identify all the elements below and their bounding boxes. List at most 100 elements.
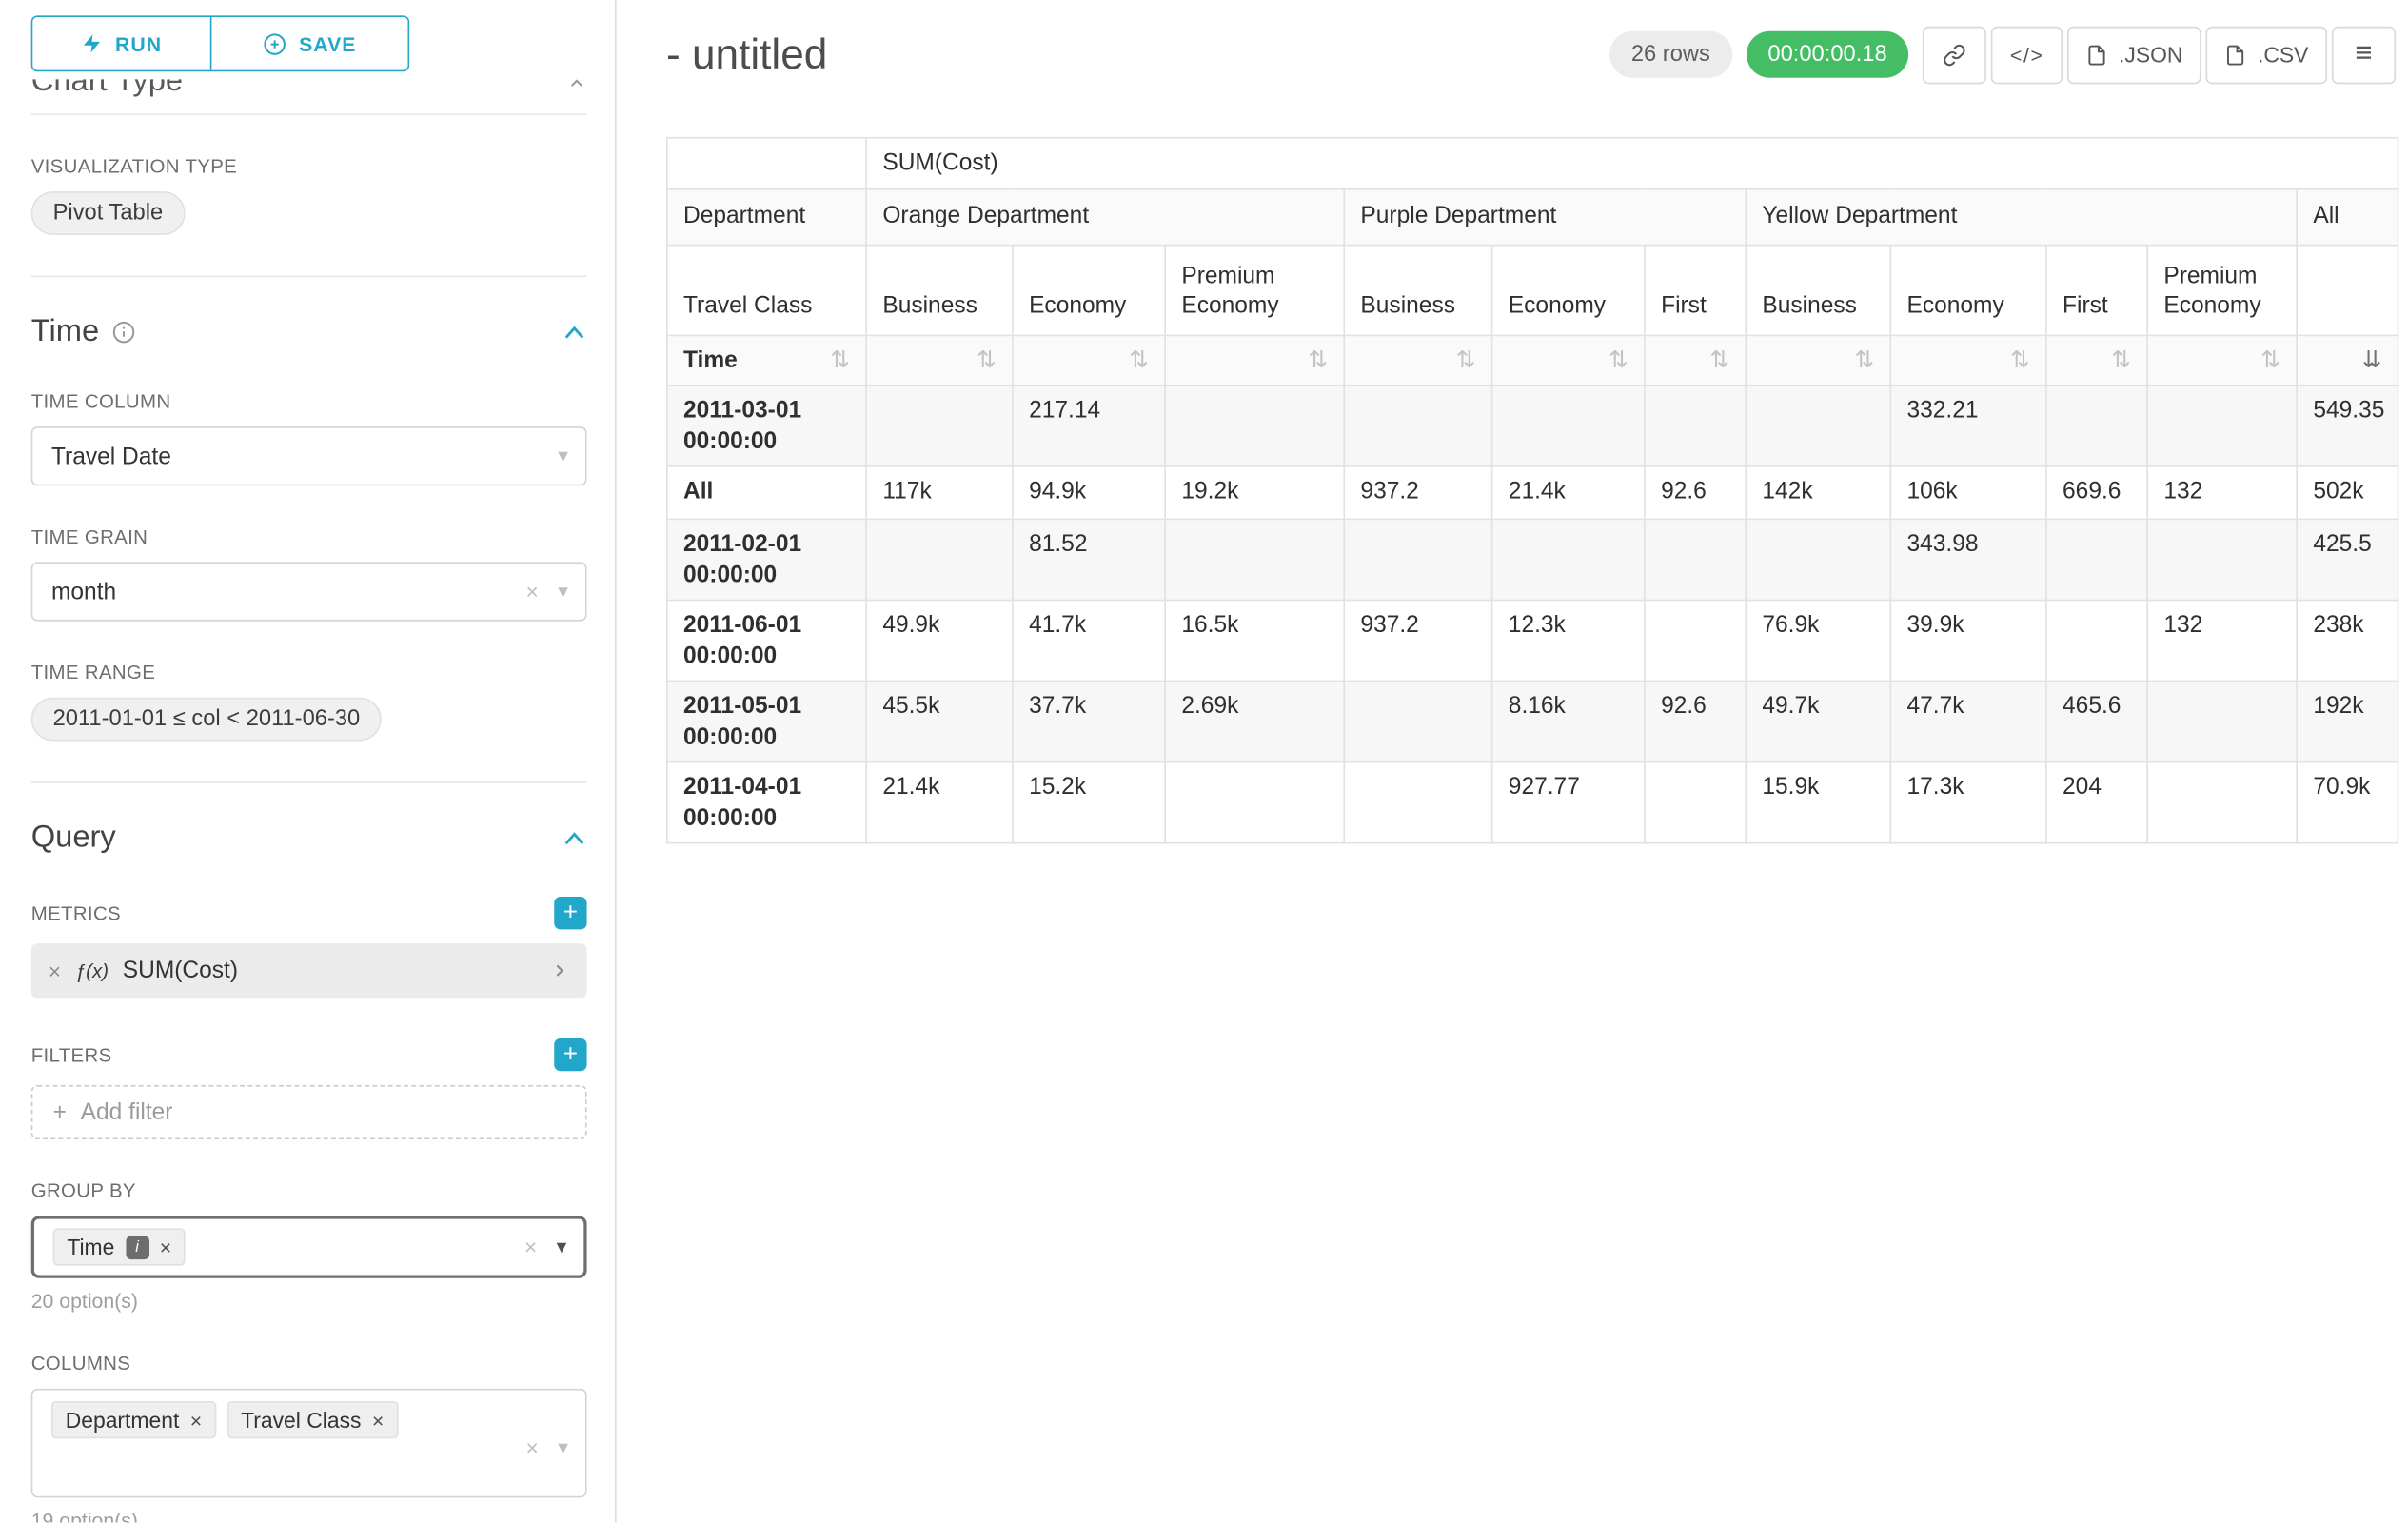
row-label-cell: 2011-03-01 00:00:00 [667, 386, 866, 466]
sort-cell-inner: ⇅ [2163, 345, 2280, 375]
caret-down-icon[interactable]: ▾ [558, 1436, 568, 1461]
collapse-chevron-icon[interactable] [562, 324, 586, 341]
sort-cell-inner: ⇊ [2313, 345, 2381, 375]
sort-icon[interactable]: ⇅ [1129, 345, 1149, 375]
add-filter-button[interactable]: + [554, 1038, 586, 1071]
run-button[interactable]: RUN [32, 17, 209, 70]
clear-icon[interactable]: × [525, 579, 538, 603]
sort-header-cell: ⇅ [2147, 335, 2297, 386]
sort-cell-inner: ⇅ [1360, 345, 1475, 375]
group-by-tag[interactable]: Time i × [53, 1228, 186, 1265]
chevron-up-icon[interactable] [566, 79, 586, 103]
sort-icon[interactable]: ⇅ [1855, 345, 1875, 375]
department-group-cell: Purple Department [1344, 188, 1746, 245]
value-cell: 425.5 [2297, 519, 2398, 600]
travel-class-cell: Economy [1492, 245, 1645, 335]
value-cell: 49.9k [866, 600, 1013, 681]
add-metric-button[interactable]: + [554, 897, 586, 929]
group-by-select[interactable]: Time i × × ▾ [31, 1216, 587, 1277]
chart-header-controls: 26 rows 00:00:00.18 </> .JSON . [1609, 26, 2396, 84]
tag-label: Travel Class [241, 1407, 361, 1432]
time-range-pill[interactable]: 2011-01-01 ≤ col < 2011-06-30 [31, 698, 382, 742]
clear-icon[interactable]: × [525, 1436, 538, 1461]
save-button-label: SAVE [299, 32, 356, 56]
value-cell: 41.7k [1013, 600, 1165, 681]
sort-header-cell: ⇅ [1165, 335, 1344, 386]
sort-icon[interactable]: ⇅ [2111, 345, 2131, 375]
chart-title[interactable]: - untitled [666, 30, 827, 79]
info-icon [111, 321, 135, 345]
columns-select[interactable]: Department × Travel Class × × ▾ [31, 1389, 587, 1497]
sort-icon[interactable]: ⇅ [830, 345, 850, 375]
sort-header-row: Time⇅⇅⇅⇅⇅⇅⇅⇅⇅⇅⇅⇊ [667, 335, 2398, 386]
section-divider [31, 113, 587, 115]
time-section-header[interactable]: Time [31, 314, 587, 350]
remove-tag-icon[interactable]: × [190, 1408, 202, 1432]
columns-tag[interactable]: Department × [51, 1401, 216, 1438]
pivot-tbody: 2011-03-01 00:00:00217.14332.21549.35All… [667, 386, 2398, 843]
remove-tag-icon[interactable]: × [160, 1236, 171, 1259]
travel-class-axis-label: Travel Class [667, 245, 866, 335]
value-cell: 49.7k [1746, 682, 1890, 762]
caret-down-icon[interactable]: ▾ [558, 579, 568, 603]
remove-metric-icon[interactable]: × [49, 959, 61, 983]
metric-item[interactable]: × ƒ(x) SUM(Cost) [31, 943, 587, 998]
time-grain-select[interactable]: month × ▾ [31, 562, 587, 621]
value-cell: 39.9k [1890, 600, 2046, 681]
chevron-right-icon[interactable] [549, 960, 569, 980]
columns-tag[interactable]: Travel Class × [227, 1401, 398, 1438]
explore-page: RUN SAVE Chart Type VISUALIZATION TYPE P… [0, 0, 2408, 1523]
travel-class-cell: Economy [1890, 245, 2046, 335]
travel-class-cell: Business [1344, 245, 1491, 335]
time-grain-value: month [51, 579, 116, 605]
query-section-header[interactable]: Query [31, 821, 587, 857]
value-cell: 465.6 [2046, 682, 2147, 762]
save-button[interactable]: SAVE [210, 17, 408, 70]
embed-code-button[interactable]: </> [1991, 26, 2063, 84]
menu-icon: ≡ [2355, 37, 2372, 71]
chart-panel: - untitled 26 rows 00:00:00.18 </> .JSON [617, 0, 2408, 1523]
clear-icon[interactable]: × [524, 1235, 537, 1259]
viz-type-pill[interactable]: Pivot Table [31, 191, 185, 235]
sort-icon[interactable]: ⇅ [2010, 345, 2030, 375]
value-cell: 937.2 [1344, 600, 1491, 681]
link-icon [1944, 43, 1967, 67]
add-filter-dropzone[interactable]: + Add filter [31, 1085, 587, 1139]
sort-header-cell: ⇅ [2046, 335, 2147, 386]
export-json-button[interactable]: .JSON [2067, 26, 2201, 84]
value-cell [2046, 519, 2147, 600]
caret-down-icon[interactable]: ▾ [558, 444, 568, 468]
sort-cell-inner: ⇅ [1181, 345, 1328, 375]
remove-tag-icon[interactable]: × [372, 1408, 384, 1432]
value-cell: 204 [2046, 762, 2147, 843]
chart-header: - untitled 26 rows 00:00:00.18 </> .JSON [666, 22, 2396, 88]
metrics-label: METRICS + [31, 897, 587, 929]
sort-icon[interactable]: ⇅ [1709, 345, 1729, 375]
more-options-button[interactable]: ≡ [2332, 26, 2396, 84]
caret-down-icon[interactable]: ▾ [557, 1235, 567, 1259]
sort-icon[interactable]: ⇅ [1309, 345, 1329, 375]
sort-icon[interactable]: ⇅ [2260, 345, 2280, 375]
sort-header-cell: ⇅ [1013, 335, 1165, 386]
info-icon[interactable]: i [126, 1236, 149, 1259]
sort-icon[interactable]: ⇅ [1456, 345, 1476, 375]
collapse-chevron-icon[interactable] [562, 830, 586, 847]
metrics-label-text: METRICS [31, 902, 121, 924]
export-csv-button[interactable]: .CSV [2206, 26, 2327, 84]
value-cell [1344, 386, 1491, 466]
value-cell [866, 519, 1013, 600]
time-column-select[interactable]: Travel Date ▾ [31, 426, 587, 485]
value-cell [2046, 600, 2147, 681]
sort-cell-inner: ⇅ [2063, 345, 2131, 375]
sort-header-cell: ⇅ [1645, 335, 1746, 386]
sort-desc-icon[interactable]: ⇊ [2362, 345, 2382, 375]
share-link-button[interactable] [1923, 26, 1986, 84]
sort-icon[interactable]: ⇅ [1609, 345, 1628, 375]
run-button-label: RUN [115, 32, 162, 56]
value-cell: 669.6 [2046, 466, 2147, 520]
sort-icon[interactable]: ⇅ [977, 345, 997, 375]
table-row: 2011-02-01 00:00:0081.52343.98425.5 [667, 519, 2398, 600]
export-csv-label: .CSV [2258, 42, 2308, 67]
value-cell [2147, 762, 2297, 843]
corner-cell [667, 138, 866, 188]
